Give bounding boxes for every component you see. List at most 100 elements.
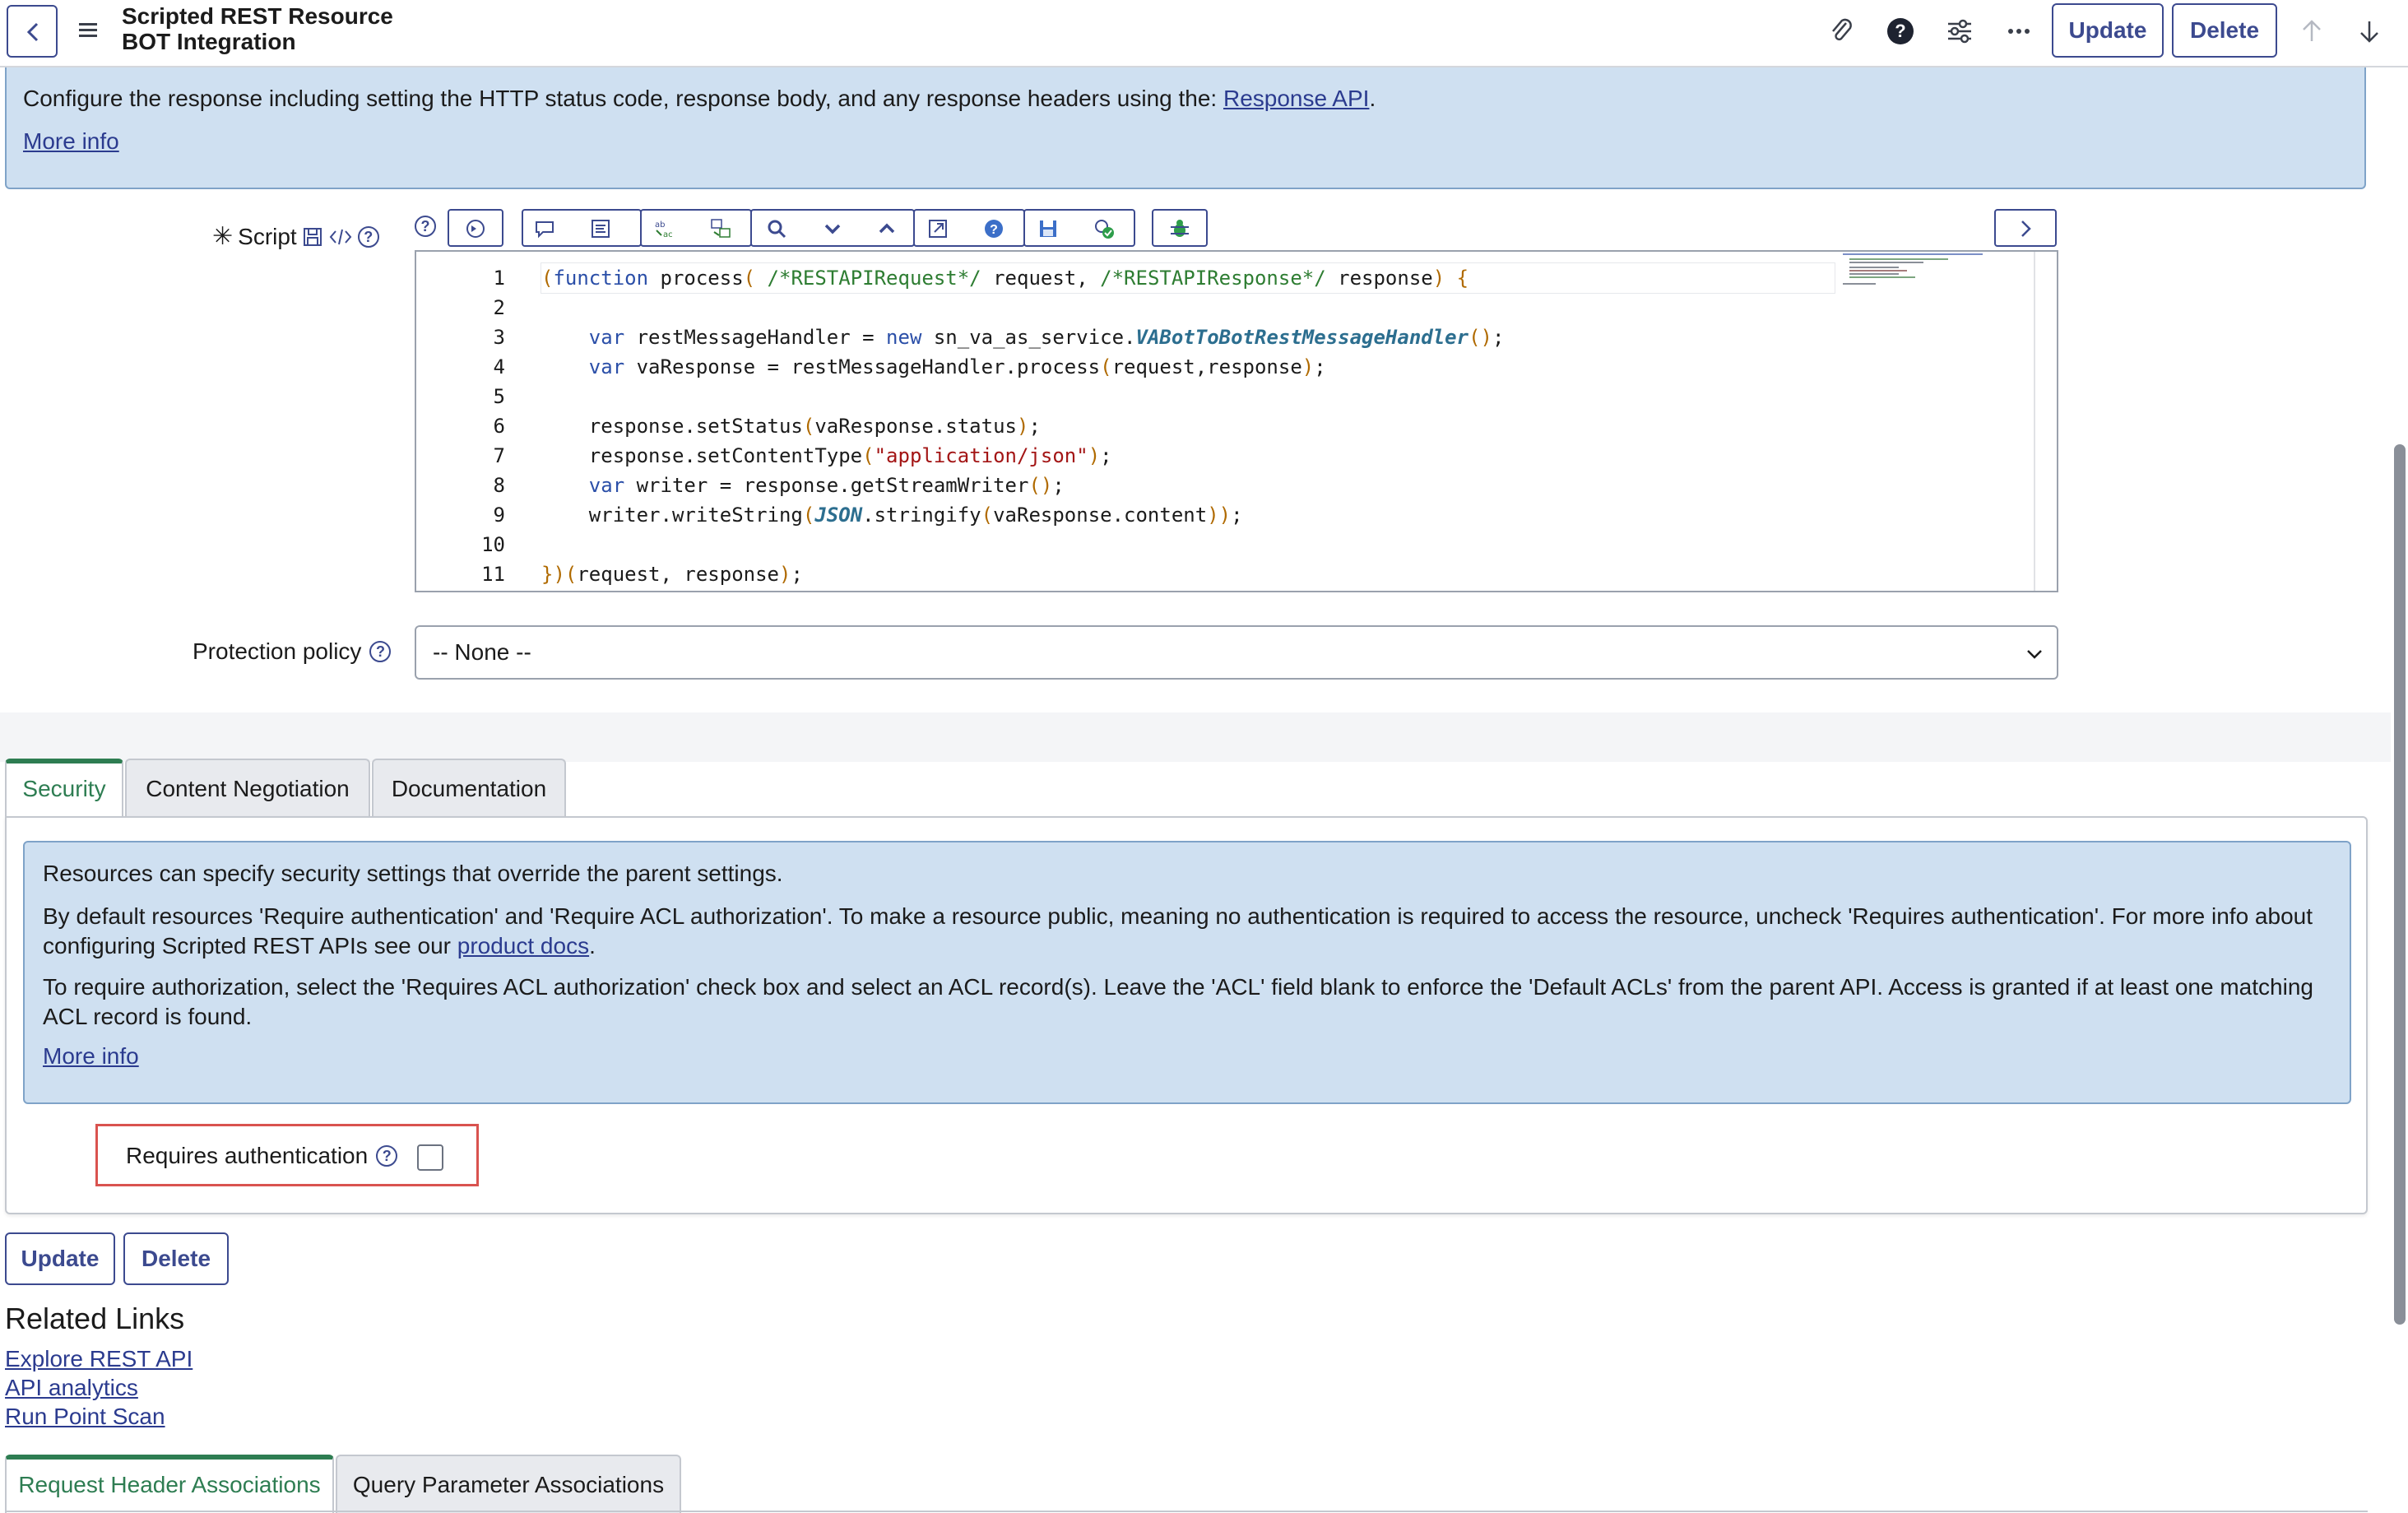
expand-editor-button[interactable] xyxy=(1994,209,2057,247)
line-number-gutter: 1 2 3 4 5 6 7 8 9 10 11 xyxy=(416,252,522,591)
check-syntax-icon[interactable] xyxy=(1093,217,1116,240)
explore-rest-api-link[interactable]: Explore REST API xyxy=(5,1346,193,1372)
security-info-box: Resources can specify security settings … xyxy=(23,841,2351,1104)
toggle-syntax-button[interactable] xyxy=(448,209,503,247)
save-floppy-icon[interactable] xyxy=(302,226,323,248)
configure-suffix: . xyxy=(1369,86,1376,111)
find-previous-icon[interactable] xyxy=(875,217,898,240)
open-in-window-icon[interactable] xyxy=(926,217,949,240)
toolbar-group-misc: ? xyxy=(913,209,1025,247)
security-info-p2-text: By default resources 'Require authentica… xyxy=(43,903,2313,958)
code-tag-icon[interactable] xyxy=(328,226,353,248)
protection-policy-help-icon[interactable]: ? xyxy=(369,641,392,662)
script-label-text: Script xyxy=(238,223,297,249)
toolbar-group-replace: ab ac xyxy=(640,209,752,247)
arrow-down-icon[interactable] xyxy=(2353,15,2386,48)
svg-text:?: ? xyxy=(1895,21,1905,41)
line-number: 8 xyxy=(493,474,505,497)
page-title: Scripted REST Resource BOT Integration xyxy=(122,3,393,54)
syntax-toggle-icon xyxy=(466,220,485,238)
save-script-icon[interactable] xyxy=(1037,217,1060,240)
protection-policy-label: Protection policy ? xyxy=(193,638,392,665)
more-info-link-security[interactable]: More info xyxy=(43,1043,139,1069)
page-scrollbar-thumb[interactable] xyxy=(2394,444,2406,1325)
debug-bug-icon xyxy=(1171,220,1189,237)
delete-button-bottom[interactable]: Delete xyxy=(123,1232,229,1285)
code-line: var vaResponse = restMessageHandler.proc… xyxy=(588,355,1326,378)
hamburger-menu-icon[interactable] xyxy=(77,20,100,45)
form-header: Scripted REST Resource BOT Integration ?… xyxy=(0,0,2408,67)
protection-policy-select[interactable]: -- None -- xyxy=(415,625,2058,680)
tab-security[interactable]: Security xyxy=(5,759,123,818)
more-info-link-top[interactable]: More info xyxy=(23,128,119,154)
format-code-icon[interactable] xyxy=(589,217,612,240)
replace-icon[interactable]: abac xyxy=(653,217,676,240)
replace-all-icon[interactable] xyxy=(709,217,732,240)
editor-help-icon[interactable]: ? xyxy=(982,217,1005,240)
line-number: 4 xyxy=(493,355,505,378)
line-number: 10 xyxy=(481,533,505,556)
update-button-header[interactable]: Update xyxy=(2052,3,2164,58)
arrow-up-icon[interactable] xyxy=(2295,15,2328,48)
protection-policy-label-text: Protection policy xyxy=(193,638,362,664)
toolbar-group-search xyxy=(750,209,915,247)
svg-text:ac: ac xyxy=(663,230,673,239)
title-line-2: BOT Integration xyxy=(122,29,296,54)
response-configure-text: Configure the response including setting… xyxy=(23,86,1376,112)
section-divider xyxy=(0,712,2408,762)
run-point-scan-link[interactable]: Run Point Scan xyxy=(5,1404,165,1430)
line-number: 6 xyxy=(493,415,505,438)
chevron-down-icon xyxy=(2027,650,2042,659)
delete-button-header[interactable]: Delete xyxy=(2172,3,2277,58)
tab-content-negotiation[interactable]: Content Negotiation xyxy=(125,759,370,818)
tab-query-parameter-associations[interactable]: Query Parameter Associations xyxy=(336,1455,681,1513)
code-content[interactable]: (function process( /*RESTAPIRequest*/ re… xyxy=(541,252,2057,591)
tab-documentation[interactable]: Documentation xyxy=(372,759,566,818)
code-line: var writer = response.getStreamWriter(); xyxy=(588,474,1065,497)
requires-authentication-field: Requires authentication ? xyxy=(95,1124,479,1186)
script-debugger-button[interactable] xyxy=(1152,209,1208,247)
toolbar-group-save xyxy=(1023,209,1135,247)
editor-scrollbar-track[interactable] xyxy=(2034,252,2035,591)
security-info-p2: By default resources 'Require authentica… xyxy=(43,902,2331,961)
script-help-icon[interactable]: ? xyxy=(357,225,379,248)
code-line: writer.writeString(JSON.stringify(vaResp… xyxy=(541,504,1243,527)
protection-policy-value: -- None -- xyxy=(433,639,531,665)
toolbar-help-icon[interactable]: ? xyxy=(415,216,436,237)
line-number: 1 xyxy=(493,267,505,290)
code-line: response.setContentType("application/jso… xyxy=(541,444,1112,467)
comment-icon[interactable] xyxy=(533,217,556,240)
update-button-bottom[interactable]: Update xyxy=(5,1232,115,1285)
code-line: })(request, response); xyxy=(541,563,803,586)
product-docs-link[interactable]: product docs xyxy=(457,933,589,958)
requires-authentication-help-icon[interactable]: ? xyxy=(376,1145,398,1167)
tab-request-header-associations[interactable]: Request Header Associations xyxy=(5,1455,334,1513)
response-info-box: Configure the response including setting… xyxy=(5,49,2366,189)
line-number: 2 xyxy=(493,296,505,319)
requires-authentication-checkbox[interactable] xyxy=(417,1144,443,1171)
title-line-1: Scripted REST Resource xyxy=(122,3,393,29)
find-next-icon[interactable] xyxy=(821,217,844,240)
search-icon[interactable] xyxy=(765,217,788,240)
more-options-icon[interactable] xyxy=(2002,15,2035,48)
configure-text: Configure the response including setting… xyxy=(23,86,1223,111)
script-code-editor[interactable]: 1 2 3 4 5 6 7 8 9 10 11 (function proces… xyxy=(415,250,2058,592)
response-api-link[interactable]: Response API xyxy=(1223,86,1369,111)
line-number: 9 xyxy=(493,504,505,527)
api-analytics-link[interactable]: API analytics xyxy=(5,1375,138,1401)
code-minimap[interactable] xyxy=(1843,253,1983,295)
paperclip-icon[interactable] xyxy=(1825,15,1858,48)
chevron-left-icon xyxy=(26,22,39,42)
line-number: 5 xyxy=(493,385,505,408)
requires-authentication-label-text: Requires authentication xyxy=(126,1143,369,1168)
help-icon[interactable]: ? xyxy=(1884,15,1917,48)
line-number: 11 xyxy=(481,563,505,586)
svg-text:?: ? xyxy=(990,223,998,237)
back-button[interactable] xyxy=(7,5,58,58)
code-line: (function process( /*RESTAPIRequest*/ re… xyxy=(541,262,1835,294)
settings-sliders-icon[interactable] xyxy=(1943,15,1976,48)
security-info-p2-suffix: . xyxy=(589,933,596,958)
